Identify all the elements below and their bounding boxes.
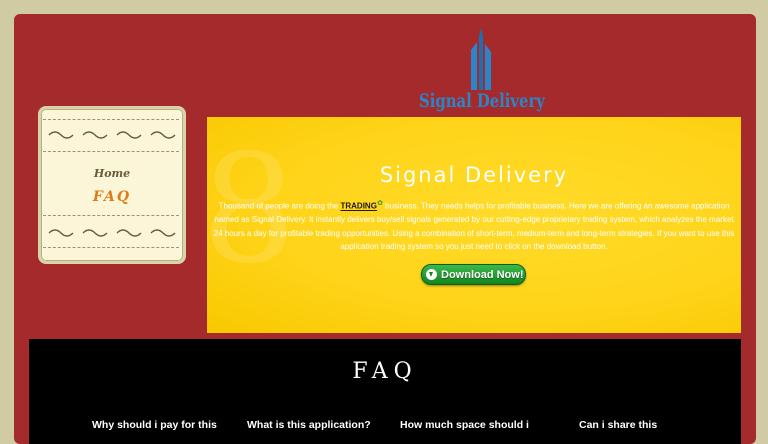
divider	[43, 215, 179, 216]
trading-link[interactable]: TRADING	[340, 202, 376, 211]
faq-section: FAQ Why should i pay for this What is th…	[29, 339, 741, 444]
download-arrow-icon	[426, 269, 437, 280]
download-button-label: Download Now!	[441, 268, 524, 281]
sidebar-menu: Home FAQ	[38, 106, 186, 264]
hero-text-part: Thousand of people are doing the	[218, 201, 341, 211]
faq-title: FAQ	[352, 359, 418, 384]
divider	[43, 247, 179, 248]
page-container: Signal Delivery Home FAQ 8 Signal Delive…	[14, 14, 756, 444]
faq-question[interactable]: How much space should i	[400, 419, 529, 431]
hero-description: Thousand of people are doing the TRADING…	[213, 197, 735, 254]
swirl-ornament-icon	[48, 229, 176, 237]
swirl-ornament-icon	[48, 131, 176, 139]
faq-question[interactable]: Why should i pay for this	[92, 419, 217, 431]
hero-banner: 8 Signal Delivery Thousand of people are…	[207, 117, 741, 333]
divider	[43, 119, 179, 120]
faq-question[interactable]: Can i share this	[579, 419, 657, 431]
logo-text: Signal Delivery	[419, 90, 545, 112]
hero-title: Signal Delivery	[379, 163, 569, 187]
nav-faq[interactable]: FAQ	[41, 189, 183, 205]
divider	[43, 151, 179, 152]
download-now-button[interactable]: Download Now!	[421, 264, 526, 285]
faq-question[interactable]: What is this application?	[247, 419, 371, 431]
skyscraper-logo-icon	[471, 28, 491, 90]
site-logo[interactable]: Signal Delivery	[419, 28, 545, 118]
nav-home[interactable]: Home	[41, 167, 183, 180]
